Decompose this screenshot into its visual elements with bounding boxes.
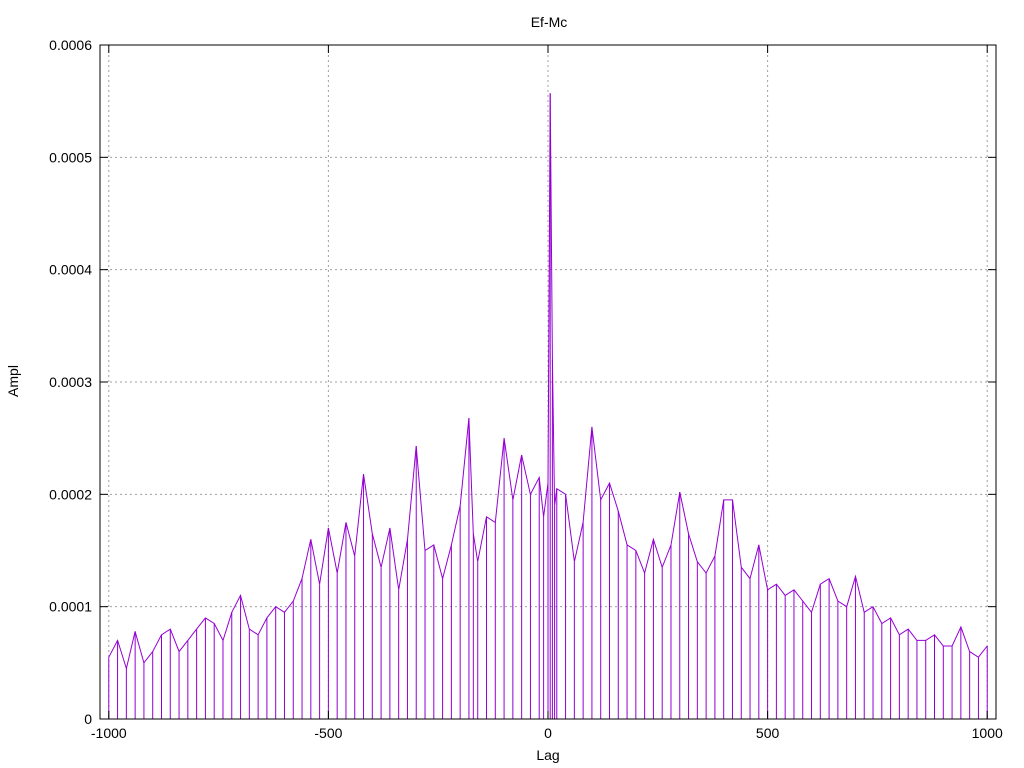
y-axis-label: Ampl [5,365,21,397]
x-tick-label: -500 [314,725,342,741]
y-tick-label: 0.0003 [49,374,92,390]
y-tick-label: 0.0006 [49,37,92,53]
chart: -1000 -500 0 500 1000 0 0.0001 0.0002 0.0003 0.00… [5,14,1003,763]
y-tick-label: 0 [84,711,92,727]
x-tick-label: 0 [544,725,552,741]
y-tick-label: 0.0002 [49,486,92,502]
y-tick-label: 0.0005 [49,149,92,165]
y-tick-label: 0.0001 [49,599,92,615]
series-layer [108,93,988,719]
y-tick-label: 0.0004 [49,262,92,278]
x-tick-label: 1000 [972,725,1003,741]
x-axis-label: Lag [536,747,559,763]
x-tick-label: -1000 [91,725,127,741]
chart-title: Ef-Mc [531,14,568,30]
x-tick-label: 500 [756,725,780,741]
